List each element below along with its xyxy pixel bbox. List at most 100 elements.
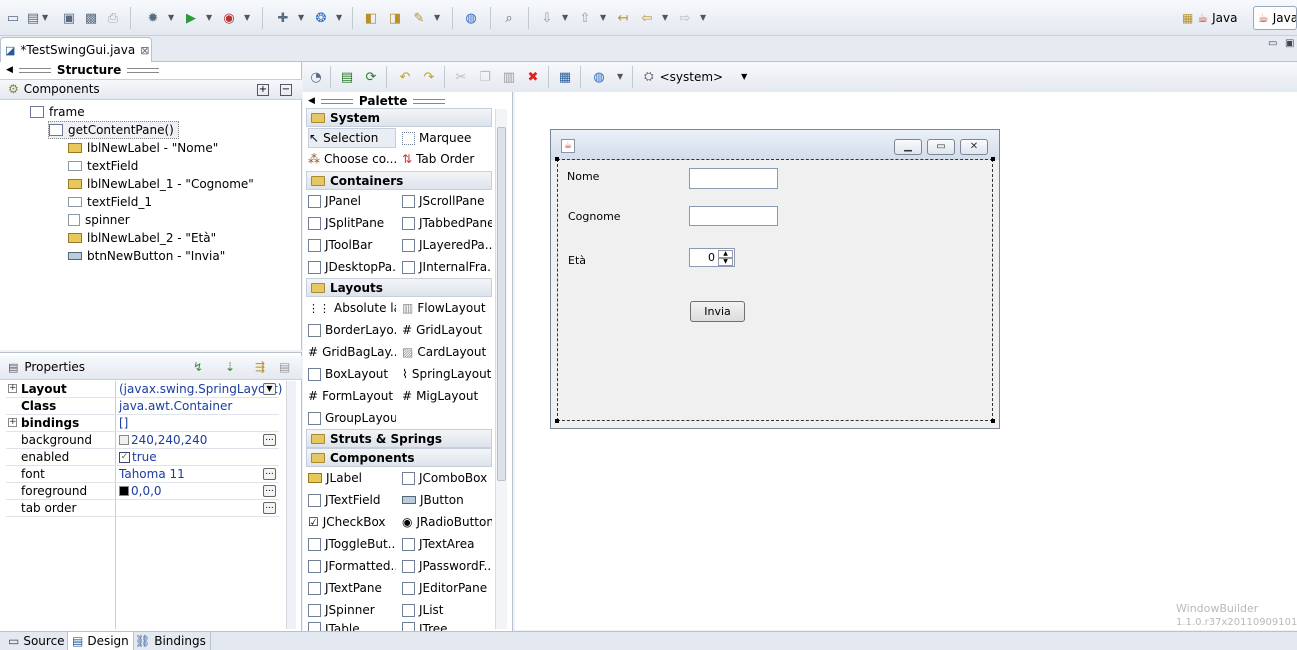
spinner-down-icon[interactable]: ▼ (718, 258, 733, 266)
palette-item-gridlayout[interactable]: # GridLayout (402, 320, 492, 340)
palette-item-jtable[interactable]: JTable (308, 622, 396, 631)
collapse-left-icon[interactable]: ◀ (308, 96, 315, 106)
delete-icon[interactable]: ✖ (524, 68, 542, 86)
properties-scrollbar[interactable] (286, 381, 296, 629)
undo-icon[interactable]: ↶ (396, 68, 414, 86)
ellipsis-icon[interactable]: ... (263, 502, 276, 514)
new-java-icon[interactable]: ❂ (312, 9, 330, 27)
globe-icon[interactable]: ◍ (462, 9, 480, 27)
redo-icon[interactable]: ↷ (420, 68, 438, 86)
save-icon[interactable]: ▣ (60, 9, 78, 27)
window-close-button[interactable]: ✕ (960, 139, 988, 155)
form-label-eta[interactable]: Età (568, 254, 586, 267)
chevron-down-icon[interactable]: ▼ (662, 13, 668, 22)
save-all-icon[interactable]: ▩ (82, 9, 100, 27)
palette-item-tab-order[interactable]: ⇅ Tab Order (402, 149, 492, 169)
ellipsis-icon[interactable]: ... (263, 485, 276, 497)
tab-design[interactable]: ▤ Design (67, 632, 134, 650)
palette-item-marquee[interactable]: Marquee (402, 128, 492, 148)
palette-item-jspinner[interactable]: JSpinner (308, 600, 396, 620)
palette-item-formlayout[interactable]: # FormLayout (308, 386, 396, 406)
palette-item-selection[interactable]: ↖ Selection (308, 128, 396, 148)
last-edit-icon[interactable]: ↤ (614, 9, 632, 27)
palette-category-layouts[interactable]: Layouts (306, 278, 492, 297)
defaults-icon[interactable]: ▤ (279, 360, 290, 374)
ellipsis-icon[interactable]: ... (263, 434, 276, 446)
tree-item-label-eta[interactable]: lblNewLabel_2 - "Età" (68, 229, 216, 247)
next-annotation-icon[interactable]: ⇩ (538, 9, 556, 27)
export-icon[interactable]: ▤ (338, 68, 356, 86)
new-wizard-icon[interactable]: ▤ (24, 9, 42, 27)
form-textfield-nome[interactable] (689, 168, 778, 189)
print-icon[interactable]: ⎙ (104, 9, 122, 27)
palette-item-jdesktoppane[interactable]: JDesktopPa... (308, 257, 396, 277)
ellipsis-icon[interactable]: ... (263, 468, 276, 480)
copy-icon[interactable]: ❐ (476, 68, 494, 86)
expand-icon[interactable]: + (8, 384, 17, 393)
chevron-down-icon[interactable]: ▼ (298, 13, 304, 22)
back-icon[interactable]: ⇦ (638, 9, 656, 27)
tab-bindings[interactable]: ⛓ Bindings (131, 632, 211, 650)
tree-item-content-pane[interactable]: getContentPane() (48, 121, 179, 139)
editor-tab[interactable]: ◪ *TestSwingGui.java ⊠ (0, 37, 152, 62)
chevron-down-icon[interactable]: ▼ (617, 72, 623, 81)
tree-item-button-invia[interactable]: btnNewButton - "Invia" (68, 247, 225, 265)
new-icon[interactable]: ▭ (4, 9, 22, 27)
property-font[interactable]: font Tahoma 11... (6, 466, 279, 483)
dropdown-icon[interactable]: ▼ (263, 383, 276, 395)
property-bindings[interactable]: + bindings[] (6, 415, 279, 432)
perspective-java-1[interactable]: ▦ ☕ Java (1178, 6, 1241, 30)
look-and-feel-dropdown[interactable]: ⛭ <system> ▼ (644, 69, 747, 84)
palette-item-jtogglebutton[interactable]: JToggleBut... (308, 534, 396, 554)
palette-item-jpasswordfield[interactable]: JPasswordF... (402, 556, 492, 576)
run-icon[interactable]: ▶ (182, 9, 200, 27)
palette-category-components[interactable]: Components (306, 448, 492, 467)
chevron-down-icon[interactable]: ▼ (244, 13, 250, 22)
chevron-down-icon[interactable]: ▼ (336, 13, 342, 22)
palette-item-cardlayout[interactable]: ▨ CardLayout (402, 342, 492, 362)
tree-item-spinner[interactable]: spinner (68, 211, 130, 229)
palette-item-jsplitpane[interactable]: JSplitPane (308, 213, 396, 233)
content-pane-selection[interactable] (557, 159, 993, 421)
minimize-icon[interactable]: ▭ (1268, 38, 1277, 49)
palette-item-jtabbedpane[interactable]: JTabbedPane (402, 213, 492, 233)
window-maximize-button[interactable]: ▭ (927, 139, 955, 155)
palette-item-jpanel[interactable]: JPanel (308, 191, 396, 211)
new-class-icon[interactable]: ✚ (274, 9, 292, 27)
prev-annotation-icon[interactable]: ⇧ (576, 9, 594, 27)
paste-icon[interactable]: ▥ (500, 68, 518, 86)
palette-item-springlayout[interactable]: ⌇ SpringLayout (402, 364, 492, 384)
palette-item-jlist[interactable]: JList (402, 600, 492, 620)
palette-item-boxlayout[interactable]: BoxLayout (308, 364, 396, 384)
tree-item-label-cognome[interactable]: lblNewLabel_1 - "Cognome" (68, 175, 254, 193)
property-background[interactable]: background 240,240,240... (6, 432, 279, 449)
palette-item-jtextfield[interactable]: JTextField (308, 490, 396, 510)
open-type-icon[interactable]: ◧ (362, 9, 380, 27)
property-layout[interactable]: + Layout (javax.swing.SpringLayout) ▼ (6, 381, 282, 398)
form-textfield-cognome[interactable] (689, 206, 778, 226)
form-button-invia[interactable]: Invia (690, 301, 745, 322)
palette-item-jtextarea[interactable]: JTextArea (402, 534, 492, 554)
chevron-down-icon[interactable]: ▼ (600, 13, 606, 22)
palette-item-gridbaglayout[interactable]: # GridBagLay... (308, 342, 396, 362)
palette-item-jscrollpane[interactable]: JScrollPane (402, 191, 492, 211)
form-label-nome[interactable]: Nome (567, 170, 599, 183)
search-icon[interactable]: ⌕ (500, 9, 518, 27)
palette-item-jinternalframe[interactable]: JInternalFra... (402, 257, 492, 277)
tree-item-textfield-1[interactable]: textField_1 (68, 193, 152, 211)
tab-source[interactable]: ▭ Source (4, 632, 70, 650)
forward-icon[interactable]: ⇨ (676, 9, 694, 27)
selection-handle[interactable] (555, 419, 559, 423)
palette-item-jeditorpane[interactable]: JEditorPane (402, 578, 492, 598)
palette-item-jtree[interactable]: JTree (402, 622, 492, 631)
palette-item-absolute-layout[interactable]: ⋮⋮Absolute la... (308, 298, 396, 318)
palette-item-jlayeredpane[interactable]: JLayeredPa... (402, 235, 492, 255)
external-tools-icon[interactable]: ◉ (220, 9, 238, 27)
expand-all-icon[interactable]: + (257, 84, 269, 96)
show-advanced-icon[interactable]: ⇶ (255, 360, 265, 374)
form-label-cognome[interactable]: Cognome (568, 210, 621, 223)
palette-item-jcombobox[interactable]: JComboBox (402, 468, 492, 488)
brush-icon[interactable]: ✎ (410, 9, 428, 27)
maximize-icon[interactable]: ▣ (1285, 38, 1294, 49)
palette-item-flowlayout[interactable]: ▥ FlowLayout (402, 298, 492, 318)
